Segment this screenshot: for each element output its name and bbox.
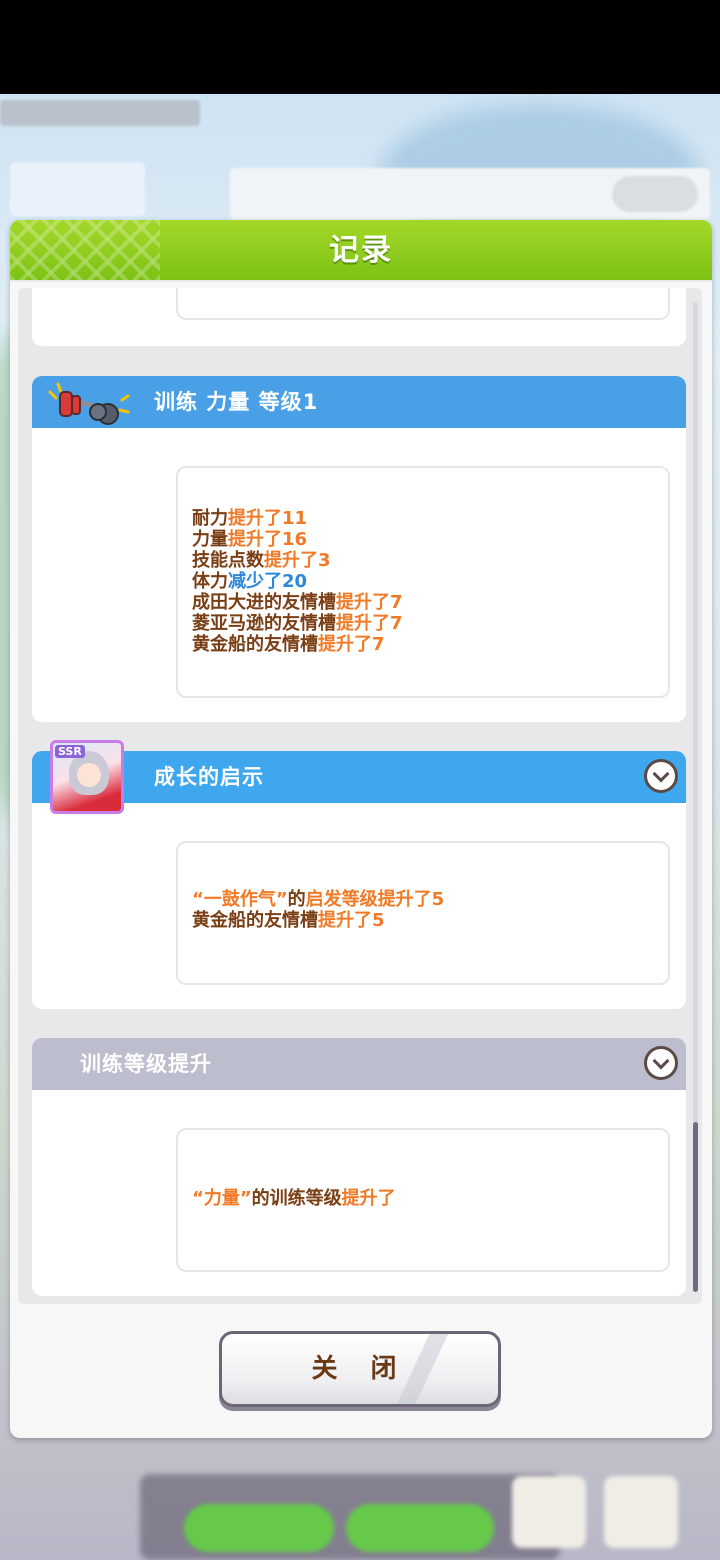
decrease-text: 减少了20: [228, 571, 308, 592]
record-card-previous: [32, 288, 686, 346]
bg-log-icon: [512, 1476, 586, 1548]
increase-text: 提升了16: [228, 529, 308, 550]
ssr-badge: SSR: [55, 745, 85, 758]
detail-line: 力量提升了16: [192, 529, 654, 550]
detail-line: “一鼓作气”的启发等级提升了5: [192, 889, 654, 910]
detail-line: 技能点数提升了3: [192, 550, 654, 571]
detail-line: 体力减少了20: [192, 571, 654, 592]
detail-line: 黄金船的友情槽提升了5: [192, 910, 654, 931]
status-bar: [0, 0, 720, 94]
detail-text: 的: [287, 889, 306, 910]
increase-text: “力量”: [192, 1188, 252, 1209]
detail-box: “力量”的训练等级提升了: [176, 1128, 670, 1272]
bg-green-button-1: [184, 1504, 334, 1552]
increase-text: 提升了11: [228, 508, 308, 529]
close-button[interactable]: 关 闭: [219, 1331, 501, 1407]
increase-text: 提升了5: [318, 910, 385, 931]
detail-text: 体力: [192, 571, 228, 592]
record-card: 训练 力量 等级1 耐力提升了11 力量提升了16 技能点数提升了3 体力减少了20 成…: [32, 376, 686, 722]
record-card: 成长的启示 “一鼓作气”的启发等级提升了5 黄金船的友情槽提升了5: [32, 751, 686, 1009]
detail-text: 黄金船的友情槽: [192, 910, 318, 931]
detail-text: 的训练等级: [251, 1188, 342, 1209]
increase-text: 提升了7: [336, 613, 403, 634]
increase-text: 启发等级提升了5: [305, 889, 445, 910]
detail-line: 成田大进的友情槽提升了7: [192, 592, 654, 613]
detail-line: 黄金船的友情槽提升了7: [192, 634, 654, 655]
detail-line: “力量”的训练等级提升了: [192, 1188, 654, 1209]
increase-text: 提升了7: [318, 634, 385, 655]
card-title: 训练 力量 等级1: [154, 390, 319, 414]
detail-text: 耐力: [192, 508, 228, 529]
increase-text: “一鼓作气”: [192, 889, 288, 910]
portrait-face: [77, 763, 101, 787]
detail-lines: “一鼓作气”的启发等级提升了5 黄金船的友情槽提升了5: [192, 889, 654, 931]
card-title: 训练等级提升: [80, 1052, 212, 1076]
bg-green-button-2: [346, 1504, 494, 1552]
detail-text: 技能点数: [192, 550, 264, 571]
record-card: 训练等级提升 “力量”的训练等级提升了: [32, 1038, 686, 1296]
card-header: 训练 力量 等级1: [32, 376, 686, 428]
card-title: 成长的启示: [154, 765, 264, 789]
detail-text: 黄金船的友情槽: [192, 634, 318, 655]
increase-text: 提升了: [341, 1188, 396, 1209]
dialog-title: 记录: [329, 233, 393, 268]
bg-menu-icon: [604, 1476, 678, 1548]
detail-lines: “力量”的训练等级提升了: [192, 1188, 654, 1209]
dialog-header: 记录: [10, 220, 712, 282]
detail-text: 力量: [192, 529, 228, 550]
scrollbar-thumb[interactable]: [693, 1122, 698, 1292]
close-button-label: 关 闭: [311, 1354, 409, 1384]
support-card-portrait: SSR: [50, 740, 124, 814]
increase-text: 提升了3: [264, 550, 331, 571]
dumbbell-icon: [48, 382, 130, 425]
expand-chevron-icon[interactable]: [644, 759, 678, 793]
detail-lines: 耐力提升了11 力量提升了16 技能点数提升了3 体力减少了20 成田大进的友情槽提升了…: [192, 508, 654, 655]
bg-top-strip: [0, 100, 200, 126]
detail-box: [176, 288, 670, 320]
detail-text: 菱亚马逊的友情槽: [192, 613, 336, 634]
detail-text: 成田大进的友情槽: [192, 592, 336, 613]
expand-chevron-icon[interactable]: [644, 1046, 678, 1080]
increase-text: 提升了7: [336, 592, 403, 613]
detail-box: “一鼓作气”的启发等级提升了5 黄金船的友情槽提升了5: [176, 841, 670, 985]
record-dialog: 记录 训练 力量 等级1 耐力提升了11 力量提升了16 技能点数提升了3 体力…: [10, 220, 712, 1438]
bg-turn-chip: [10, 162, 145, 216]
card-header[interactable]: 成长的启示: [32, 751, 686, 803]
bg-detail-pill: [612, 176, 698, 212]
detail-line: 菱亚马逊的友情槽提升了7: [192, 613, 654, 634]
card-header[interactable]: 训练等级提升: [32, 1038, 686, 1090]
detail-box: 耐力提升了11 力量提升了16 技能点数提升了3 体力减少了20 成田大进的友情槽提升了…: [176, 466, 670, 698]
detail-line: 耐力提升了11: [192, 508, 654, 529]
